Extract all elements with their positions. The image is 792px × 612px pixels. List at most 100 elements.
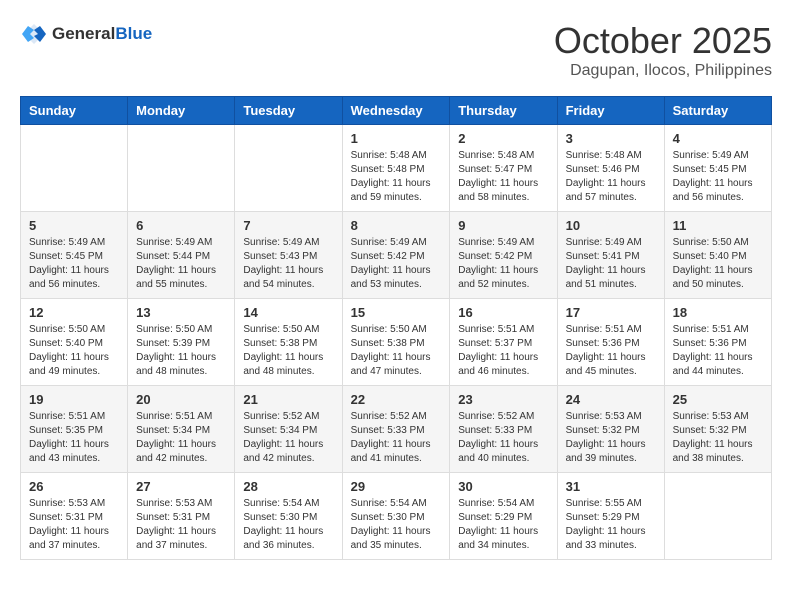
calendar-cell: 10 Sunrise: 5:49 AM Sunset: 5:41 PM Dayli… [557,212,664,299]
day-number: 25 [673,392,763,407]
day-info: Sunrise: 5:50 AM Sunset: 5:40 PM Dayligh… [29,323,119,379]
calendar-week-row: 5Sunrise: 5:49 AM Sunset: 5:45 PM Daylig… [21,212,772,299]
day-number: 4 [673,131,763,146]
day-number: 14 [243,305,333,320]
calendar-cell: 2Sunrise: 5:48 AM Sunset: 5:47 PM Daylig… [450,125,557,212]
calendar-week-row: 26 Sunrise: 5:53 AM Sunset: 5:31 PM Dayli… [21,473,772,560]
calendar-table: SundayMondayTuesdayWednesdayThursdayFrid… [20,96,772,560]
day-number: 17 [566,305,656,320]
calendar-cell: 24Sunrise: 5:53 AM Sunset: 5:32 PM Dayli… [557,386,664,473]
day-info: Sunrise: 5:50 AM Sunset: 5:38 PM Dayligh… [351,323,442,379]
day-number: 6 [136,218,226,233]
day-info: Sunrise: 5:48 AM Sunset: 5:48 PM Dayligh… [351,149,442,205]
calendar-cell: 6 Sunrise: 5:49 AM Sunset: 5:44 PM Daylig… [128,212,235,299]
day-info: Sunrise: 5:52 AM Sunset: 5:33 PM Dayligh… [351,410,442,466]
weekday-header: Friday [557,97,664,125]
day-info: Sunrise: 5:51 AM Sunset: 5:36 PM Dayligh… [566,323,656,379]
title-area: October 2025 Dagupan, Ilocos, Philippine… [554,20,772,80]
day-info: Sunrise: 5:52 AM Sunset: 5:33 PM Dayligh… [458,410,548,466]
calendar-cell: 14Sunrise: 5:50 AM Sunset: 5:38 PM Dayli… [235,299,342,386]
day-number: 21 [243,392,333,407]
weekday-header: Tuesday [235,97,342,125]
calendar-cell: 9 Sunrise: 5:49 AM Sunset: 5:42 PM Daylig… [450,212,557,299]
weekday-header: Sunday [21,97,128,125]
page-header: GeneralBlue October 2025 Dagupan, Ilocos… [20,20,772,80]
calendar-cell: 8 Sunrise: 5:49 AM Sunset: 5:42 PM Daylig… [342,212,450,299]
logo-icon [20,20,48,48]
calendar-cell: 30Sunrise: 5:54 AM Sunset: 5:29 PM Dayli… [450,473,557,560]
day-info: Sunrise: 5:54 AM Sunset: 5:30 PM Dayligh… [243,497,333,553]
day-info: Sunrise: 5:51 AM Sunset: 5:34 PM Dayligh… [136,410,226,466]
day-number: 8 [351,218,442,233]
calendar-cell: 31Sunrise: 5:55 AM Sunset: 5:29 PM Dayli… [557,473,664,560]
weekday-header: Saturday [664,97,771,125]
day-info: Sunrise: 5:49 AM Sunset: 5:41 PM Dayligh… [566,236,656,292]
day-number: 24 [566,392,656,407]
calendar-header-row: SundayMondayTuesdayWednesdayThursdayFrid… [21,97,772,125]
day-info: Sunrise: 5:50 AM Sunset: 5:40 PM Dayligh… [673,236,763,292]
day-info: Sunrise: 5:53 AM Sunset: 5:31 PM Dayligh… [136,497,226,553]
day-number: 3 [566,131,656,146]
calendar-cell: 21Sunrise: 5:52 AM Sunset: 5:34 PM Dayli… [235,386,342,473]
weekday-header: Thursday [450,97,557,125]
day-info: Sunrise: 5:49 AM Sunset: 5:45 PM Dayligh… [673,149,763,205]
day-info: Sunrise: 5:49 AM Sunset: 5:44 PM Dayligh… [136,236,226,292]
calendar-cell: 23 Sunrise: 5:52 AM Sunset: 5:33 PM Dayli… [450,386,557,473]
calendar-cell: 5Sunrise: 5:49 AM Sunset: 5:45 PM Daylig… [21,212,128,299]
calendar-cell [664,473,771,560]
calendar-week-row: 12 Sunrise: 5:50 AM Sunset: 5:40 PM Dayli… [21,299,772,386]
day-number: 26 [29,479,119,494]
day-info: Sunrise: 5:49 AM Sunset: 5:42 PM Dayligh… [458,236,548,292]
day-info: Sunrise: 5:49 AM Sunset: 5:43 PM Dayligh… [243,236,333,292]
day-number: 23 [458,392,548,407]
calendar-cell: 27Sunrise: 5:53 AM Sunset: 5:31 PM Dayli… [128,473,235,560]
day-info: Sunrise: 5:51 AM Sunset: 5:35 PM Dayligh… [29,410,119,466]
month-title: October 2025 [554,20,772,62]
day-number: 2 [458,131,548,146]
day-number: 22 [351,392,442,407]
day-number: 30 [458,479,548,494]
day-number: 20 [136,392,226,407]
calendar-cell: 4 Sunrise: 5:49 AM Sunset: 5:45 PM Daylig… [664,125,771,212]
day-info: Sunrise: 5:53 AM Sunset: 5:32 PM Dayligh… [673,410,763,466]
day-info: Sunrise: 5:49 AM Sunset: 5:42 PM Dayligh… [351,236,442,292]
day-number: 19 [29,392,119,407]
calendar-cell: 16 Sunrise: 5:51 AM Sunset: 5:37 PM Dayli… [450,299,557,386]
day-info: Sunrise: 5:53 AM Sunset: 5:31 PM Dayligh… [29,497,119,553]
calendar-cell: 12 Sunrise: 5:50 AM Sunset: 5:40 PM Dayli… [21,299,128,386]
day-number: 5 [29,218,119,233]
calendar-cell: 22 Sunrise: 5:52 AM Sunset: 5:33 PM Dayli… [342,386,450,473]
calendar-cell: 29Sunrise: 5:54 AM Sunset: 5:30 PM Dayli… [342,473,450,560]
calendar-cell: 11Sunrise: 5:50 AM Sunset: 5:40 PM Dayli… [664,212,771,299]
day-number: 9 [458,218,548,233]
weekday-header: Wednesday [342,97,450,125]
day-number: 7 [243,218,333,233]
day-info: Sunrise: 5:48 AM Sunset: 5:46 PM Dayligh… [566,149,656,205]
calendar-cell [21,125,128,212]
calendar-cell: 17 Sunrise: 5:51 AM Sunset: 5:36 PM Dayli… [557,299,664,386]
calendar-cell: 20 Sunrise: 5:51 AM Sunset: 5:34 PM Dayli… [128,386,235,473]
day-info: Sunrise: 5:50 AM Sunset: 5:39 PM Dayligh… [136,323,226,379]
day-number: 13 [136,305,226,320]
day-number: 10 [566,218,656,233]
calendar-cell: 28 Sunrise: 5:54 AM Sunset: 5:30 PM Dayli… [235,473,342,560]
location-subtitle: Dagupan, Ilocos, Philippines [554,62,772,80]
day-number: 16 [458,305,548,320]
day-number: 12 [29,305,119,320]
day-number: 18 [673,305,763,320]
day-number: 31 [566,479,656,494]
calendar-cell: 1 Sunrise: 5:48 AM Sunset: 5:48 PM Daylig… [342,125,450,212]
logo: GeneralBlue [20,20,152,48]
calendar-cell: 26 Sunrise: 5:53 AM Sunset: 5:31 PM Dayli… [21,473,128,560]
calendar-cell: 15 Sunrise: 5:50 AM Sunset: 5:38 PM Dayli… [342,299,450,386]
calendar-week-row: 19 Sunrise: 5:51 AM Sunset: 5:35 PM Dayli… [21,386,772,473]
logo-text: GeneralBlue [52,24,152,44]
calendar-cell: 13 Sunrise: 5:50 AM Sunset: 5:39 PM Dayli… [128,299,235,386]
weekday-header: Monday [128,97,235,125]
calendar-cell [235,125,342,212]
day-number: 1 [351,131,442,146]
day-info: Sunrise: 5:51 AM Sunset: 5:37 PM Dayligh… [458,323,548,379]
day-number: 29 [351,479,442,494]
day-number: 15 [351,305,442,320]
day-number: 28 [243,479,333,494]
